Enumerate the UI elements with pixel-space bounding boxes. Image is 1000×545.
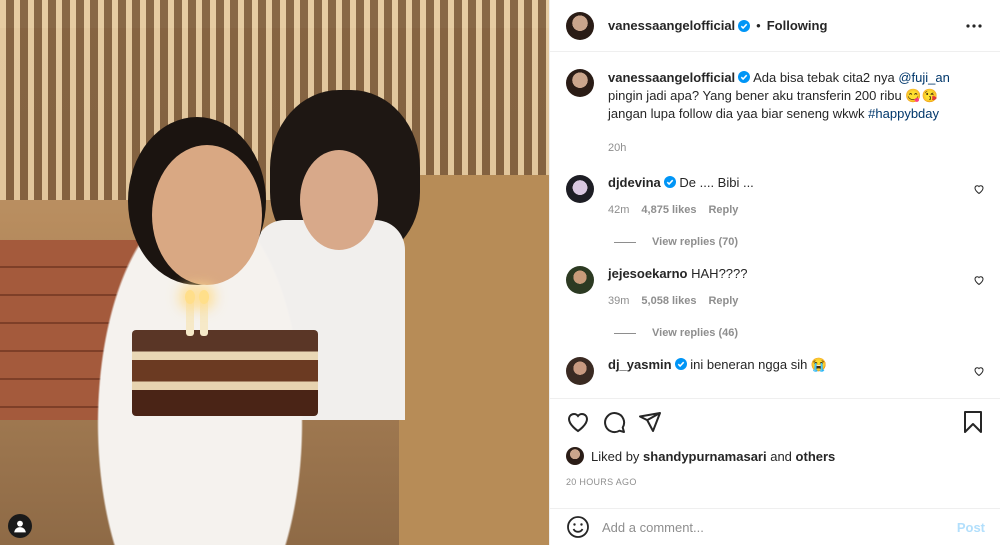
comment-likes[interactable]: 4,875 likes [641,204,696,216]
comment-like-heart-icon[interactable] [973,365,985,377]
comment-text: De .... Bibi ... [679,175,754,190]
photo-woman-face [152,145,262,285]
replies-line [614,241,636,243]
more-options-icon [966,23,982,28]
commenter-username[interactable]: djdevina [608,175,661,190]
commenter-username[interactable]: jejesoekarno [608,266,688,281]
commenter-username[interactable]: dj_yasmin [608,357,672,372]
post-caption: vanessaangelofficial Ada bisa tebak cita… [566,69,985,157]
comment-likes[interactable]: 5,058 likes [641,295,696,307]
comment-text: HAH???? [691,266,748,281]
view-replies-label: View replies (70) [652,236,739,248]
liked-by-prefix: Liked by [591,448,640,464]
comment-age[interactable]: 42m [608,204,629,216]
user-tag-icon [14,520,26,533]
replies-line [614,332,636,334]
photo-birthday-cake [132,330,318,416]
comment: dj_yasmin ini beneran ngga sih 😭 [566,357,985,385]
comment-text: ini beneran ngga sih 😭 [690,357,828,372]
post-photo[interactable] [0,0,549,545]
reply-button[interactable]: Reply [708,204,738,216]
comment-age[interactable]: 39m [608,295,629,307]
author-avatar[interactable] [566,11,594,40]
comments-list[interactable]: vanessaangelofficial Ada bisa tebak cita… [550,53,1000,398]
bookmark-icon[interactable] [961,410,985,434]
comment-like-heart-icon[interactable] [973,183,985,195]
commenter-avatar[interactable] [566,175,594,203]
commenter-avatar[interactable] [566,266,594,294]
heart-icon[interactable] [566,410,590,434]
post-details-panel: vanessaangelofficial • Following vanessa… [549,0,1000,545]
emoji-icon[interactable] [566,515,590,539]
liked-by-user[interactable]: shandypurnamasari [643,449,767,464]
liker-avatar[interactable] [566,447,584,465]
liked-by-others[interactable]: others [796,449,836,464]
caption-text: Ada bisa tebak cita2 nya [753,70,899,85]
following-button[interactable]: Following [767,18,828,33]
reply-button[interactable]: Reply [708,295,738,307]
add-comment-bar: Add a comment... Post [550,508,1000,545]
header-separator: • [756,18,761,33]
photo-candle-flame [185,290,195,304]
photo-wood-wall [399,175,549,545]
commenter-avatar[interactable] [566,357,594,385]
post-timestamp[interactable]: 20 HOURS AGO [566,477,985,487]
view-replies-button[interactable]: View replies (46) [614,327,985,339]
caption-age[interactable]: 20h [608,142,626,154]
caption-hashtag-link[interactable]: #happybday [868,106,939,121]
verified-badge-icon [663,176,676,188]
post-header: vanessaangelofficial • Following [550,0,1000,52]
photo-candle-flame [199,290,209,304]
liked-by-suffix: and [770,448,792,464]
caption-username[interactable]: vanessaangelofficial [608,70,735,85]
liked-by: Liked by shandypurnamasari and others [566,447,985,465]
more-options-button[interactable] [964,16,984,36]
verified-badge-icon [738,71,751,83]
author-avatar[interactable] [566,69,594,97]
comment-icon[interactable] [602,410,626,434]
post-actions: Liked by shandypurnamasari and others 20… [550,398,1000,487]
add-comment-input[interactable]: Add a comment... [602,520,957,535]
view-replies-label: View replies (46) [652,327,739,339]
share-icon[interactable] [638,410,662,434]
user-tag-button[interactable] [8,514,32,538]
verified-badge-icon [738,19,751,32]
comment: djdevina De .... Bibi ... 42m 4,875 likes… [566,175,985,216]
author-username[interactable]: vanessaangelofficial [608,18,735,33]
verified-badge-icon [674,358,687,370]
post-comment-button[interactable]: Post [957,520,985,535]
comment: jejesoekarno HAH???? 39m 5,058 likes Reply [566,266,985,307]
view-replies-button[interactable]: View replies (70) [614,236,985,248]
caption-mention-link[interactable]: @fuji_an [898,70,950,85]
comment-like-heart-icon[interactable] [973,274,985,286]
